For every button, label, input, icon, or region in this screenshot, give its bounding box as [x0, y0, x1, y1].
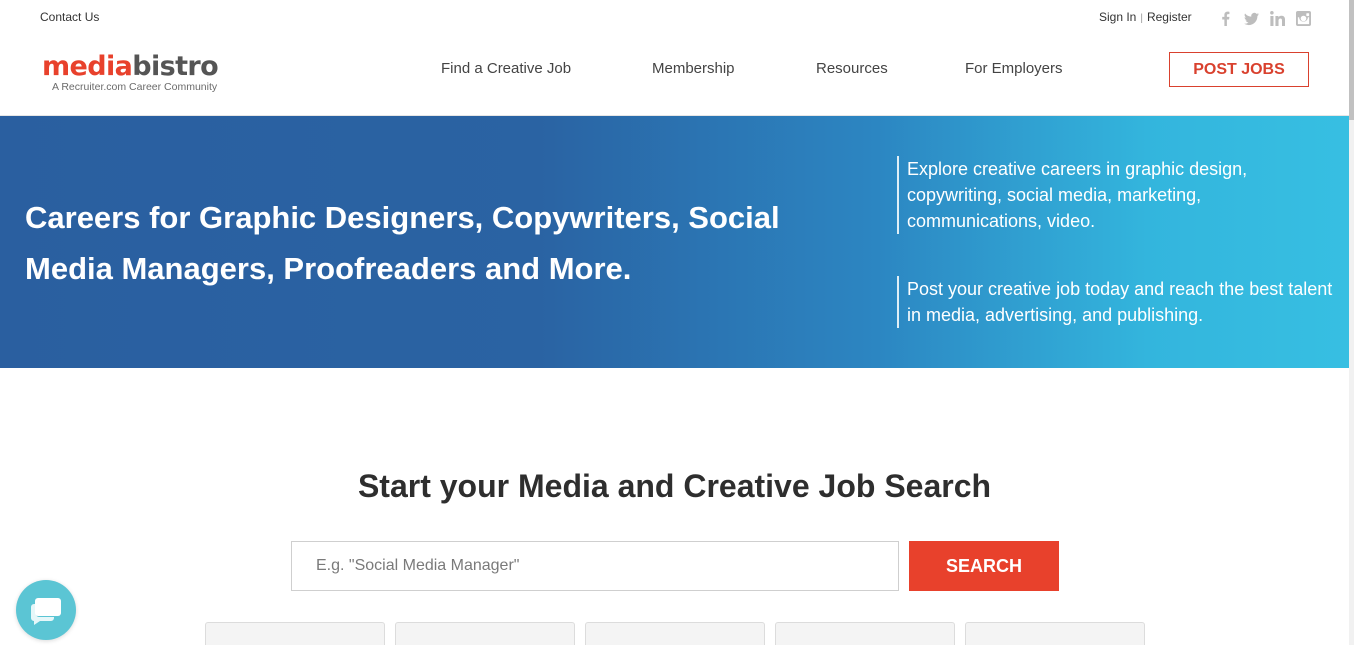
category-card[interactable] — [205, 622, 385, 645]
facebook-icon[interactable] — [1218, 11, 1233, 26]
logo-tagline: A Recruiter.com Career Community — [52, 81, 218, 93]
hero-note-explore: Explore creative careers in graphic desi… — [897, 156, 1327, 234]
chat-widget-button[interactable] — [16, 580, 76, 640]
contact-us-link[interactable]: Contact Us — [40, 10, 99, 24]
site-header: mediabistro A Recruiter.com Career Commu… — [0, 36, 1349, 116]
instagram-icon[interactable] — [1296, 11, 1311, 26]
nav-membership[interactable]: Membership — [652, 60, 735, 77]
chat-bubble-icon — [31, 598, 61, 625]
sign-in-link[interactable]: Sign In — [1099, 10, 1136, 24]
post-jobs-button[interactable]: POST JOBS — [1169, 52, 1309, 87]
job-search-input[interactable] — [291, 541, 899, 591]
category-card[interactable] — [395, 622, 575, 645]
scrollbar-thumb[interactable] — [1349, 0, 1354, 120]
category-card[interactable] — [965, 622, 1145, 645]
logo-wordmark: mediabistro — [42, 51, 219, 82]
auth-links: Sign In | Register — [1099, 10, 1192, 24]
utility-bar: Contact Us Sign In | Register — [0, 0, 1349, 36]
nav-resources[interactable]: Resources — [816, 60, 888, 77]
page-scrollbar[interactable] — [1349, 0, 1354, 645]
category-cards — [205, 622, 1145, 645]
nav-for-employers[interactable]: For Employers — [965, 60, 1063, 77]
mediabistro-logo[interactable]: mediabistro A Recruiter.com Career Commu… — [42, 51, 219, 93]
nav-find-creative-job[interactable]: Find a Creative Job — [441, 60, 571, 77]
category-card[interactable] — [775, 622, 955, 645]
twitter-icon[interactable] — [1244, 11, 1259, 26]
search-button[interactable]: SEARCH — [909, 541, 1059, 591]
linkedin-icon[interactable] — [1270, 11, 1285, 26]
hero-note-post: Post your creative job today and reach t… — [897, 276, 1337, 328]
search-heading: Start your Media and Creative Job Search — [357, 468, 992, 504]
register-link[interactable]: Register — [1147, 10, 1192, 24]
hero-title: Careers for Graphic Designers, Copywrite… — [25, 200, 780, 286]
auth-separator: | — [1140, 13, 1143, 24]
category-card[interactable] — [585, 622, 765, 645]
hero-banner: Careers for Graphic Designers, Copywrite… — [0, 116, 1349, 368]
social-links — [1218, 11, 1311, 26]
